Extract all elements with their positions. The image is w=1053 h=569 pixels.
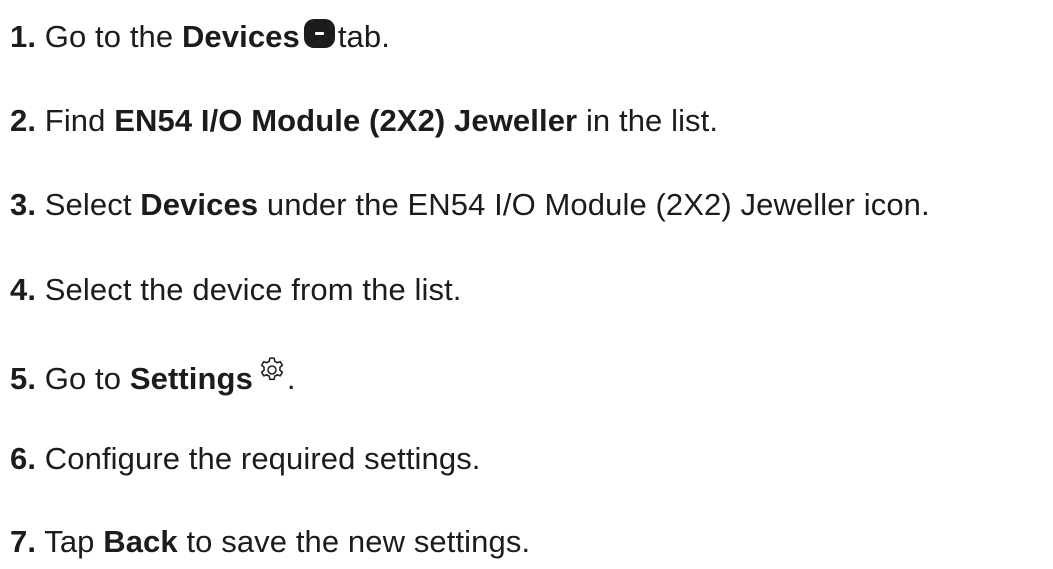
step-text: Configure the required settings. xyxy=(44,441,481,476)
step-text: in the list. xyxy=(585,103,719,138)
step-emphasis-device-name: EN54 I/O Module (2X2) Jeweller xyxy=(114,103,578,138)
step-text: to save the new settings. xyxy=(186,524,531,559)
step-1: 1. Go to the Devices tab. xyxy=(10,17,390,57)
step-number: 1. xyxy=(10,19,37,54)
step-number: 3. xyxy=(10,187,37,222)
step-number: 6. xyxy=(10,441,37,476)
step-text: Go to the xyxy=(44,19,174,54)
step-text: Tap xyxy=(44,524,95,559)
gear-icon xyxy=(260,357,284,381)
step-text: Go to xyxy=(44,361,122,396)
step-text: Select the device from the list. xyxy=(44,272,462,307)
step-4: 4. Select the device from the list. xyxy=(10,270,462,310)
step-number: 2. xyxy=(10,103,37,138)
step-emphasis-devices: Devices xyxy=(181,19,300,54)
devices-tab-icon xyxy=(303,19,335,48)
step-text: . xyxy=(286,361,296,396)
step-emphasis-devices: Devices xyxy=(140,187,259,222)
step-emphasis-settings: Settings xyxy=(129,361,253,396)
step-text: under the EN54 I/O Module (2X2) Jeweller… xyxy=(266,187,930,222)
step-7: 7. Tap Back to save the new settings. xyxy=(10,522,530,562)
step-number: 4. xyxy=(10,272,37,307)
step-text: tab. xyxy=(337,19,390,54)
step-text: Find xyxy=(44,103,106,138)
step-6: 6. Configure the required settings. xyxy=(10,439,481,479)
step-number: 5. xyxy=(10,361,37,396)
step-number: 7. xyxy=(10,524,37,559)
step-2: 2. Find EN54 I/O Module (2X2) Jeweller i… xyxy=(10,101,718,141)
step-emphasis-back: Back xyxy=(103,524,178,559)
step-5: 5. Go to Settings. xyxy=(10,355,296,399)
step-text: Select xyxy=(44,187,132,222)
step-3: 3. Select Devices under the EN54 I/O Mod… xyxy=(10,185,930,225)
